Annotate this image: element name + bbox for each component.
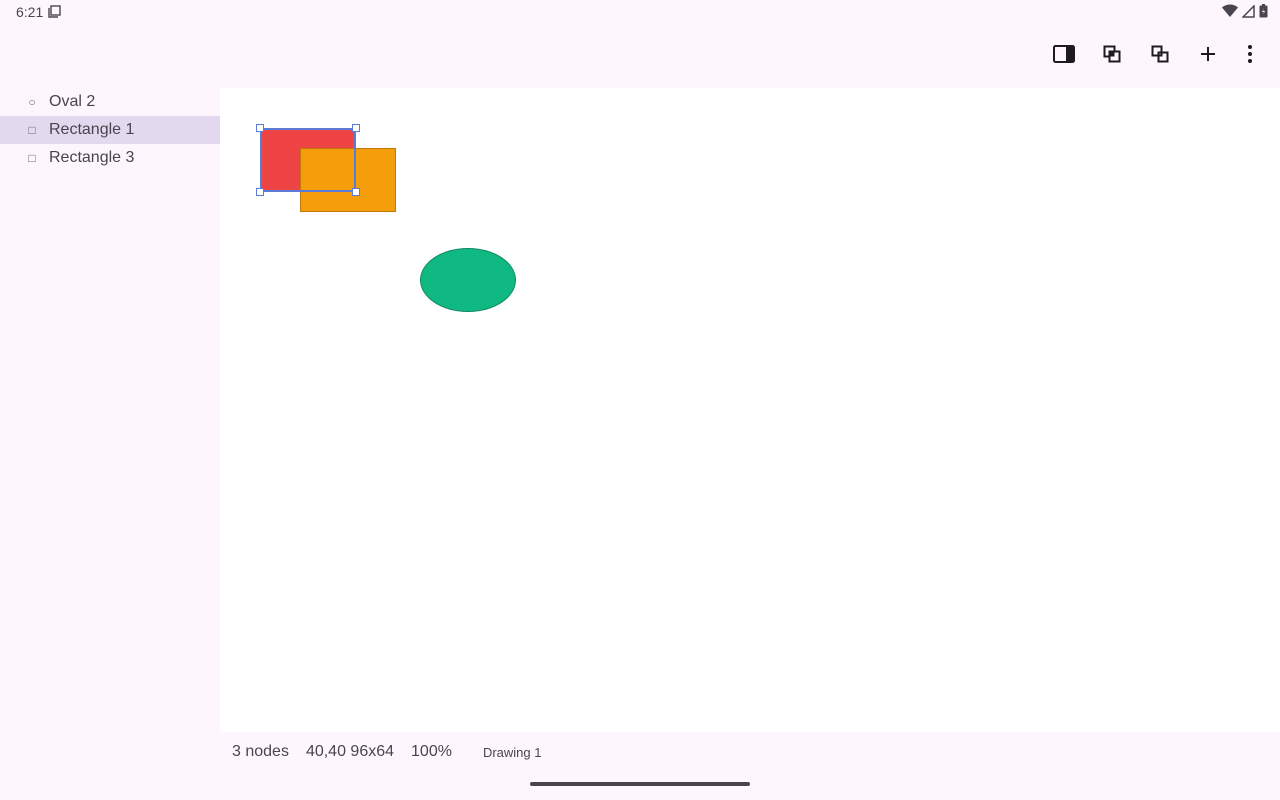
add-button[interactable] — [1188, 32, 1228, 80]
send-backward-button[interactable] — [1140, 32, 1180, 80]
notification-icon — [48, 5, 61, 23]
wifi-icon — [1222, 4, 1238, 23]
clock: 6:21 — [16, 4, 44, 20]
node-count: 3 nodes — [232, 743, 289, 760]
more-options-button[interactable] — [1230, 32, 1270, 80]
bring-forward-button[interactable] — [1092, 32, 1132, 80]
resize-handle-top-right[interactable] — [352, 124, 360, 132]
resize-handle-bottom-left[interactable] — [256, 188, 264, 196]
more-vert-icon — [1248, 44, 1252, 68]
oval-2-shape[interactable] — [420, 248, 516, 312]
layer-item-oval-2[interactable]: ○ Oval 2 — [0, 88, 220, 116]
home-gesture-bar[interactable] — [530, 782, 750, 786]
bring-forward-icon — [1103, 45, 1121, 68]
selection-geometry: 40,40 96x64 — [305, 743, 395, 760]
layer-label: Oval 2 — [49, 93, 96, 110]
toggle-panel-button[interactable] — [1044, 32, 1084, 80]
layer-label: Rectangle 1 — [49, 121, 135, 138]
battery-icon — [1259, 4, 1268, 23]
plus-icon — [1200, 46, 1216, 67]
rectangle-3-shape[interactable] — [300, 148, 396, 212]
zoom-level: 100% — [411, 743, 452, 760]
oval-layer-icon: ○ — [28, 95, 36, 109]
side-panel-icon — [1053, 44, 1075, 68]
layer-item-rectangle-1[interactable]: □ Rectangle 1 — [0, 116, 220, 144]
resize-handle-bottom-right[interactable] — [352, 188, 360, 196]
layer-label: Rectangle 3 — [49, 149, 135, 166]
document-name: Drawing 1 — [482, 744, 542, 760]
rectangle-layer-icon: □ — [28, 151, 36, 165]
signal-icon — [1241, 3, 1255, 23]
top-toolbar — [0, 32, 1280, 80]
resize-handle-top-left[interactable] — [256, 124, 264, 132]
system-status-bar: 6:21 — [0, 0, 1280, 24]
layer-item-rectangle-3[interactable]: □ Rectangle 3 — [0, 144, 220, 172]
layers-panel: ○ Oval 2 □ Rectangle 1 □ Rectangle 3 — [0, 88, 220, 732]
send-backward-icon — [1151, 45, 1169, 68]
rectangle-layer-icon: □ — [28, 123, 36, 137]
canvas-status-bar: 3 nodes 40,40 96x64 100% Drawing 1 — [220, 732, 1280, 772]
drawing-canvas[interactable] — [220, 88, 1280, 732]
